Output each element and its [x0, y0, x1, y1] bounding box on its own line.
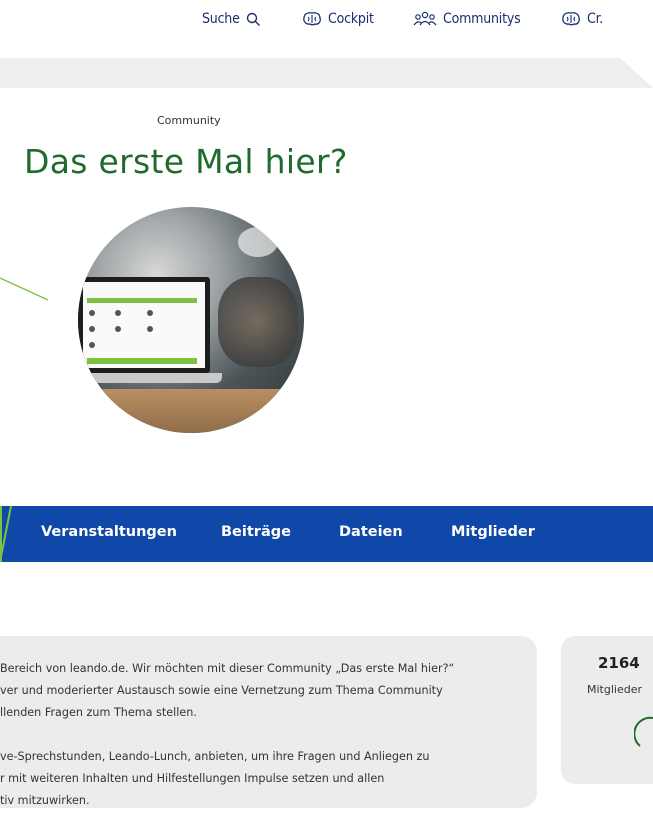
members-label: Mitglieder [587, 683, 642, 696]
tab-dateien[interactable]: Dateien [339, 524, 403, 540]
tab-beitraege[interactable]: Beiträge [221, 524, 291, 540]
nav-search-label: Suche [202, 11, 240, 27]
tab-mitglieder[interactable]: Mitglieder [451, 524, 535, 540]
description-line: Bereich von leando.de. Wir möchten mit d… [0, 662, 455, 675]
page-title: Das erste Mal hier? [24, 142, 348, 181]
people-icon [413, 11, 437, 26]
nav-cut-label: Cr. [587, 11, 604, 27]
tab-veranstaltungen[interactable]: Veranstaltungen [41, 524, 177, 540]
description-line: ve-Sprechstunden, Leando-Lunch, anbieten… [0, 750, 430, 763]
brain-icon [562, 12, 580, 26]
nav-cut-item[interactable]: Cr. [561, 9, 603, 29]
members-chart-arc [634, 716, 653, 747]
nav-cockpit[interactable]: Cockpit [302, 9, 374, 29]
members-count: 2164 [598, 654, 640, 672]
nav-cockpit-label: Cockpit [328, 11, 374, 27]
description-paragraph-1: Bereich von leando.de. Wir möchten mit d… [0, 658, 454, 724]
description-line: ver und moderierter Austausch sowie eine… [0, 684, 443, 697]
laptop-illustration [78, 277, 210, 373]
hero-image [78, 207, 304, 433]
hero-kicker: Community [157, 114, 221, 127]
decorative-line [0, 277, 49, 301]
active-tab-indicator [0, 506, 12, 562]
description-paragraph-2: ve-Sprechstunden, Leando-Lunch, anbieten… [0, 746, 429, 812]
nav-search[interactable]: Suche [202, 9, 261, 29]
search-icon [246, 12, 260, 26]
nav-communitys-label: Communitys [443, 11, 521, 27]
brain-icon [303, 12, 321, 26]
top-navigation: Suche Cockpit Communitys Cr. [0, 0, 653, 42]
description-line: r mit weiteren Inhalten und Hilfestellun… [0, 772, 385, 785]
description-line: llenden Fragen zum Thema stellen. [0, 706, 197, 719]
description-line: tiv mitzuwirken. [0, 794, 90, 807]
header-divider-band [0, 58, 653, 88]
nav-communitys[interactable]: Communitys [413, 9, 521, 29]
